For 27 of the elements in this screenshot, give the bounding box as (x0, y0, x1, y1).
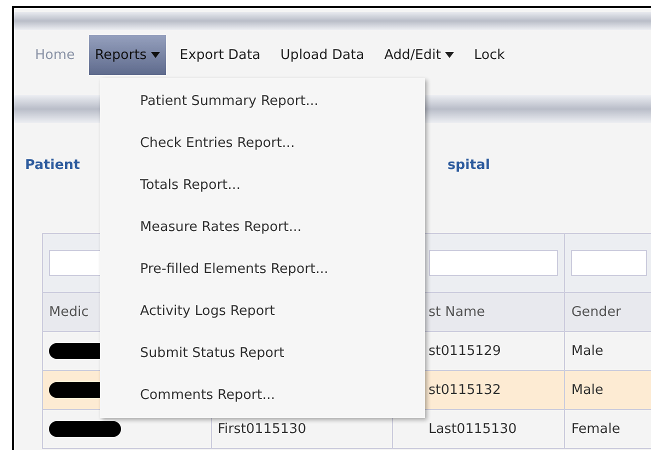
nav-tab[interactable]: Lock (468, 35, 511, 75)
caret-icon (445, 52, 454, 58)
nav-tab[interactable]: Export Data (174, 35, 266, 75)
menu-item[interactable]: Measure Rates Report... (100, 206, 425, 248)
table-cell: st0115132 (428, 382, 501, 398)
column-header[interactable]: st Name (428, 304, 485, 320)
menu-item[interactable]: Pre-filled Elements Report... (100, 248, 425, 290)
table-cell: Male (571, 382, 604, 398)
menu-item[interactable]: Submit Status Report (100, 332, 425, 374)
table-cell: Last0115130 (428, 421, 517, 437)
menu-item[interactable]: Check Entries Report... (100, 122, 425, 164)
menu-item[interactable]: Totals Report... (100, 164, 425, 206)
column-header[interactable]: Medic (49, 304, 89, 320)
table-cell: First0115130 (218, 421, 306, 437)
table-cell: Male (571, 343, 604, 359)
nav-tab[interactable]: Upload Data (274, 35, 370, 75)
table-cell: Female (571, 421, 620, 437)
filter-field[interactable] (571, 250, 647, 276)
nav-tab[interactable]: Add/Edit (378, 35, 460, 75)
nav-tab[interactable]: Reports (88, 35, 166, 75)
page-heading: spital (447, 157, 490, 175)
table-cell: st0115129 (428, 343, 501, 359)
caret-icon (150, 52, 160, 58)
page-heading: Patient (25, 157, 80, 175)
menu-item[interactable]: Patient Summary Report... (100, 80, 425, 122)
menu-item[interactable]: Activity Logs Report (100, 290, 425, 332)
filter-field[interactable] (428, 250, 558, 276)
